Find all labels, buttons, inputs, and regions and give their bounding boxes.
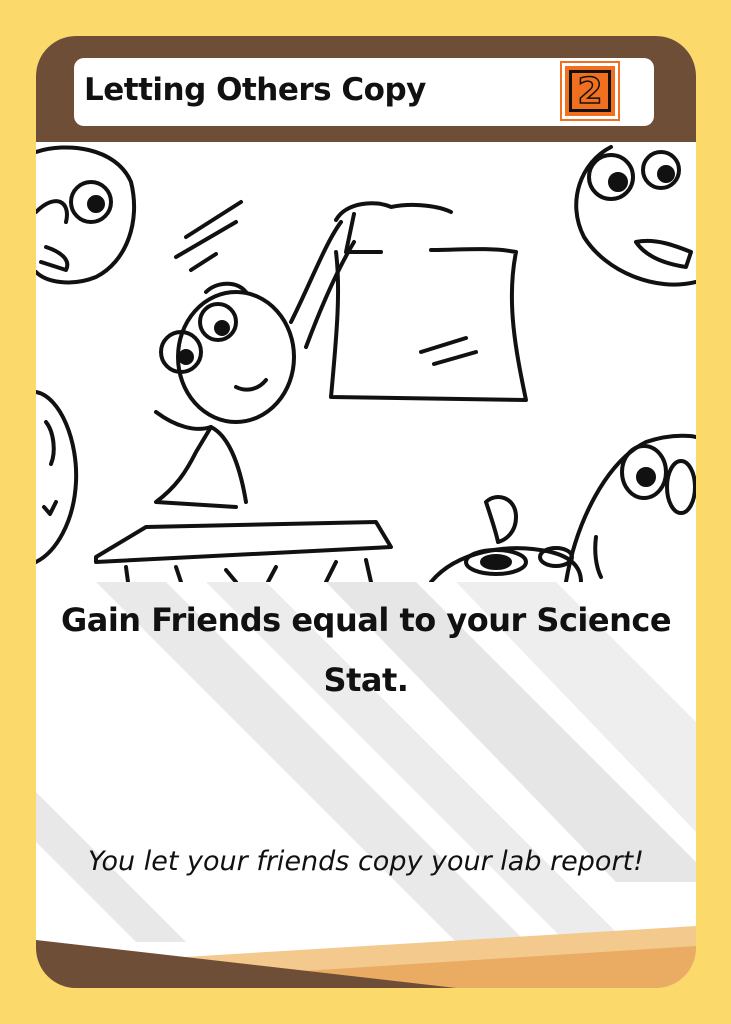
card-footer [36, 926, 696, 988]
cost-badge: 2 [560, 61, 620, 121]
card-header: Letting Others Copy 2 [36, 36, 696, 142]
card-title: Letting Others Copy [84, 72, 426, 108]
title-bar: Letting Others Copy 2 [74, 58, 654, 126]
card-flavor-text: You let your friends copy your lab repor… [88, 846, 644, 877]
card-effect-text: Gain Friends equal to your Science Stat. [60, 601, 672, 699]
card-illustration [36, 142, 696, 582]
game-card[interactable]: Letting Others Copy 2 Gain Friends equal… [36, 36, 696, 988]
cost-value: 2 [569, 70, 611, 112]
student-holding-paper-illustration [36, 145, 696, 582]
